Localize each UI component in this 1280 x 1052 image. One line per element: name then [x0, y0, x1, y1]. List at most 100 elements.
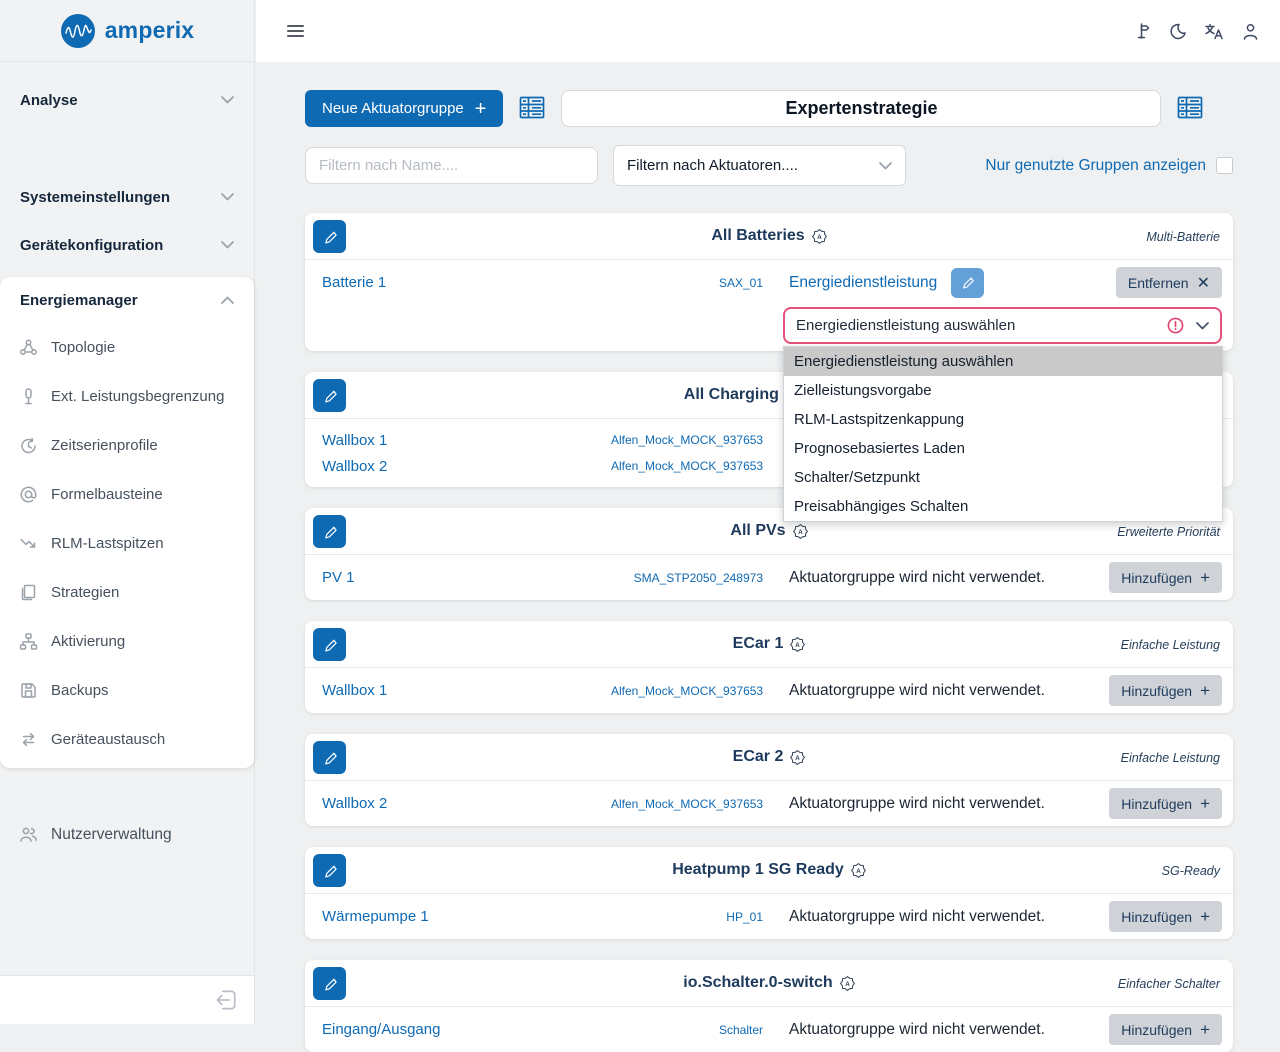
strategies-icon [19, 583, 38, 602]
sidebar-item-formelbausteine[interactable]: Formelbausteine [0, 470, 254, 519]
filter-name-input[interactable] [305, 147, 598, 184]
strategy-table-view-button[interactable] [1177, 96, 1203, 122]
plus-icon: + [1200, 907, 1210, 927]
group-title: Heatpump 1 SG Ready A [305, 847, 1233, 893]
card-header: ECar 2 A Einfache Leistung [305, 734, 1233, 781]
topbar-icons [1132, 22, 1260, 41]
sidebar-item-topologie[interactable]: Topologie [0, 323, 254, 372]
group-title-text: io.Schalter.0-switch [683, 974, 832, 992]
device-id-link[interactable]: Schalter [611, 1023, 763, 1037]
signpost-icon[interactable] [1132, 22, 1151, 41]
sidebar-section-energiemanager[interactable]: Energiemanager [0, 277, 254, 323]
plus-icon: + [475, 99, 487, 119]
group-title: io.Schalter.0-switch A [305, 960, 1233, 1006]
translate-icon[interactable] [1204, 22, 1224, 41]
filter-actuators-label: Filtern nach Aktuatoren.... [627, 157, 798, 174]
dropdown-option[interactable]: Schalter/Setzpunkt [784, 463, 1222, 492]
sidebar-section-analyse[interactable]: Analyse [0, 76, 254, 124]
sidebar-item-strategien[interactable]: Strategien [0, 568, 254, 617]
sidebar-item-ext-leistungsbegrenzung[interactable]: Ext. Leistungsbegrenzung [0, 372, 254, 421]
sidebar-item-label: Formelbausteine [51, 486, 163, 503]
energy-service-select[interactable]: Energiedienstleistung auswählen [783, 307, 1222, 344]
actuator-row: Wallbox 1 Alfen_Mock_MOCK_937653 Aktuato… [305, 668, 1233, 713]
sidebar-item-zeitserienprofile[interactable]: Zeitserienprofile [0, 421, 254, 470]
sidebar-item-label: Aktivierung [51, 633, 125, 650]
user-icon[interactable] [1241, 22, 1260, 41]
new-actuator-group-button[interactable]: Neue Aktuatorgruppe + [305, 90, 503, 127]
chevron-down-icon [879, 162, 892, 170]
topbar [256, 0, 1280, 62]
dropdown-option[interactable]: Preisabhängiges Schalten [784, 492, 1222, 521]
chevron-down-icon [221, 193, 234, 201]
remove-button[interactable]: Entfernen ✕ [1116, 267, 1222, 298]
group-title-text: All PVs [730, 522, 785, 540]
group-type-label: SG-Ready [1162, 847, 1220, 894]
device-id-link[interactable]: Alfen_Mock_MOCK_937653 [611, 433, 763, 447]
auto-badge-icon: A [793, 524, 808, 539]
strategy-name-input[interactable] [561, 90, 1161, 127]
auto-badge-icon: A [851, 863, 866, 878]
card-header: All Batteries A Multi-Batterie [305, 213, 1233, 260]
sidebar-item-rlm-lastspitzen[interactable]: RLM-Lastspitzen [0, 519, 254, 568]
edit-service-button[interactable] [951, 268, 984, 298]
actuator-group-list: All Batteries A Multi-Batterie Batterie … [305, 213, 1233, 1052]
sidebar-section-geraetekonfiguration[interactable]: Gerätekonfiguration [0, 221, 254, 269]
group-table-view-button[interactable] [519, 96, 545, 122]
group-title: ECar 2 A [305, 734, 1233, 780]
chevron-down-icon [221, 241, 234, 249]
device-id-link[interactable]: SMA_STP2050_248973 [611, 571, 763, 585]
show-used-groups-toggle: Nur genutzte Gruppen anzeigen [985, 157, 1233, 175]
table-icon [519, 96, 545, 119]
hamburger-menu-icon[interactable] [287, 22, 304, 40]
actuator-name-link[interactable]: Wärmepumpe 1 [316, 908, 611, 925]
sidebar-item-label: Geräteaustausch [51, 731, 165, 748]
add-button[interactable]: Hinzufügen + [1109, 675, 1222, 706]
energy-service-link[interactable]: Energiedienstleistung [789, 274, 937, 292]
add-button[interactable]: Hinzufügen + [1109, 1014, 1222, 1045]
add-button[interactable]: Hinzufügen + [1109, 788, 1222, 819]
group-card-all-batteries: All Batteries A Multi-Batterie Batterie … [305, 213, 1233, 351]
dropdown-option[interactable]: Zielleistungsvorgabe [784, 376, 1222, 405]
group-card-heatpump-1-sg-ready: Heatpump 1 SG Ready A SG-Ready Wärmepump… [305, 847, 1233, 939]
moon-icon[interactable] [1168, 22, 1187, 41]
actuator-name-link[interactable]: Wallbox 1 [316, 432, 611, 449]
device-id-link[interactable]: SAX_01 [611, 276, 763, 290]
sidebar-item-backups[interactable]: Backups [0, 666, 254, 715]
group-card-ecar-2: ECar 2 A Einfache Leistung Wallbox 2 Alf… [305, 734, 1233, 826]
group-status-text: Aktuatorgruppe wird nicht verwendet. [789, 795, 1045, 813]
sidebar-item-label: Strategien [51, 584, 119, 601]
chevron-up-icon [221, 296, 234, 304]
sidebar-item-label: Ext. Leistungsbegrenzung [51, 388, 224, 405]
group-type-label: Einfacher Schalter [1118, 960, 1220, 1007]
actuator-row: PV 1 SMA_STP2050_248973 Aktuatorgruppe w… [305, 555, 1233, 600]
add-label: Hinzufügen [1121, 683, 1192, 699]
actuator-name-link[interactable]: Batterie 1 [316, 274, 611, 291]
add-label: Hinzufügen [1121, 909, 1192, 925]
section-label: Gerätekonfiguration [20, 237, 163, 254]
collapse-sidebar-icon[interactable] [213, 987, 239, 1013]
actuator-name-link[interactable]: Wallbox 1 [316, 682, 611, 699]
group-title: All Batteries A [305, 213, 1233, 259]
device-id-link[interactable]: Alfen_Mock_MOCK_937653 [611, 684, 763, 698]
add-button[interactable]: Hinzufügen + [1109, 901, 1222, 932]
card-header: Heatpump 1 SG Ready A SG-Ready [305, 847, 1233, 894]
dropdown-option[interactable]: Energiedienstleistung auswählen [784, 347, 1222, 376]
group-status-text: Aktuatorgruppe wird nicht verwendet. [789, 569, 1045, 587]
sidebar-item-geraeteaustausch[interactable]: Geräteaustausch [0, 715, 254, 764]
section-label: Analyse [20, 92, 78, 109]
filter-actuators-select[interactable]: Filtern nach Aktuatoren.... [613, 145, 906, 186]
device-id-link[interactable]: Alfen_Mock_MOCK_937653 [611, 797, 763, 811]
add-button[interactable]: Hinzufügen + [1109, 562, 1222, 593]
sidebar-item-aktivierung[interactable]: Aktivierung [0, 617, 254, 666]
show-used-groups-checkbox[interactable] [1216, 157, 1233, 174]
device-id-link[interactable]: HP_01 [611, 910, 763, 924]
actuator-name-link[interactable]: Wallbox 2 [316, 458, 611, 475]
device-id-link[interactable]: Alfen_Mock_MOCK_937653 [611, 459, 763, 473]
sidebar-item-nutzerverwaltung[interactable]: Nutzerverwaltung [0, 810, 254, 859]
dropdown-option[interactable]: RLM-Lastspitzenkappung [784, 405, 1222, 434]
actuator-name-link[interactable]: Wallbox 2 [316, 795, 611, 812]
dropdown-option[interactable]: Prognosebasiertes Laden [784, 434, 1222, 463]
actuator-name-link[interactable]: PV 1 [316, 569, 611, 586]
sidebar-section-systemeinstellungen[interactable]: Systemeinstellungen [0, 173, 254, 221]
error-icon [1167, 317, 1184, 334]
